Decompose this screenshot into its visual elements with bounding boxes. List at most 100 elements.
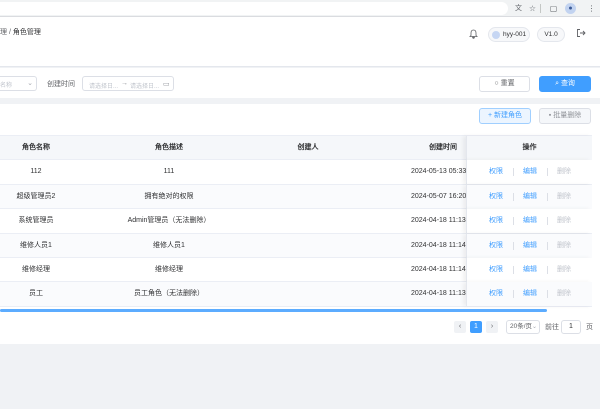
logout-icon[interactable] bbox=[575, 28, 587, 40]
new-role-button[interactable]: + 新建角色 bbox=[479, 108, 531, 124]
goto-label: 前往 bbox=[545, 324, 559, 331]
breadcrumb-parent[interactable]: 理 bbox=[0, 29, 7, 36]
role-desc-cell: 员工角色（无法删除） bbox=[134, 290, 204, 298]
page-size-select[interactable]: 20条/页 ⌄ bbox=[506, 320, 540, 334]
table-row[interactable]: 维修经理维修经理2024-04-18 11:14:25权限编辑删除 bbox=[0, 258, 592, 283]
role-desc-cell: 维修人员1 bbox=[153, 241, 185, 249]
logout-icon-svg bbox=[577, 29, 586, 37]
role-name-cell: 超级管理员2 bbox=[16, 192, 56, 200]
creator-cell bbox=[248, 209, 368, 233]
table-row[interactable]: 维修人员1 维修人员1 2024-04-18 11:14:09 权限编辑删除 bbox=[0, 233, 592, 258]
action-divider bbox=[547, 192, 548, 201]
select-placeholder: 名称 bbox=[0, 83, 13, 89]
action-divider bbox=[547, 168, 548, 177]
column-header-ops: 操作 bbox=[466, 136, 592, 160]
chevron-down-icon: ⌄ bbox=[531, 324, 537, 330]
permission-link[interactable]: 权限 bbox=[489, 185, 503, 209]
created-time-cell: 2024-04-18 11:14:25 bbox=[411, 266, 467, 273]
batch-delete-button[interactable]: ▪ 批量删除 bbox=[539, 108, 591, 124]
delete-link[interactable]: 删除 bbox=[557, 185, 571, 209]
goto-page-input[interactable]: 1 bbox=[561, 320, 581, 334]
user-menu[interactable]: hyy-001 bbox=[488, 27, 530, 42]
action-divider bbox=[513, 168, 514, 177]
date-range-picker[interactable]: 请选择日... → 请选择日... ▭ bbox=[82, 76, 174, 91]
role-desc-cell: 维修经理 bbox=[155, 266, 183, 273]
new-role-label: 新建角色 bbox=[494, 112, 523, 119]
permission-link[interactable]: 权限 bbox=[489, 282, 503, 306]
delete-link[interactable]: 删除 bbox=[557, 234, 571, 258]
prev-page-button[interactable]: ‹ bbox=[454, 321, 466, 333]
calendar-icon: ▭ bbox=[163, 81, 170, 88]
user-name: hyy-001 bbox=[503, 31, 527, 38]
end-date-input[interactable]: 请选择日... bbox=[130, 81, 159, 90]
browser-toolbar: 文 ☆ ▢ ● ⋮ bbox=[0, 0, 600, 17]
edit-link[interactable]: 编辑 bbox=[523, 282, 537, 306]
delete-link[interactable]: 删除 bbox=[557, 282, 571, 306]
chevron-down-icon: ⌄ bbox=[27, 80, 33, 87]
created-time-cell: 2024-04-18 11:14:09 bbox=[411, 241, 467, 249]
edit-link[interactable]: 编辑 bbox=[523, 234, 537, 258]
created-time-cell: 2024-04-18 11:13:47 bbox=[411, 217, 467, 225]
action-divider bbox=[513, 192, 514, 201]
toolbar-divider bbox=[540, 4, 541, 13]
permission-link[interactable]: 权限 bbox=[489, 258, 503, 282]
delete-link[interactable]: 删除 bbox=[557, 160, 571, 184]
role-name-select[interactable]: 名称 ⌄ bbox=[0, 76, 37, 91]
action-divider bbox=[513, 217, 514, 226]
edit-link[interactable]: 编辑 bbox=[523, 160, 537, 184]
creator-cell bbox=[248, 234, 368, 258]
breadcrumb: 理 / 角色管理 bbox=[0, 27, 41, 37]
delete-link[interactable]: 删除 bbox=[557, 209, 571, 233]
app-header: 理 / 角色管理 hyy-001 V1.0 bbox=[0, 17, 600, 67]
star-icon[interactable]: ☆ bbox=[527, 3, 538, 14]
table-row[interactable]: 员工员工角色（无法删除）2024-04-18 11:13:58权限编辑删除 bbox=[0, 282, 592, 307]
permission-link[interactable]: 权限 bbox=[489, 234, 503, 258]
role-desc-cell: 拥有绝对的权限 bbox=[144, 192, 194, 200]
table-row[interactable]: 超级管理员2 拥有绝对的权限 2024-05-07 16:20:59 权限编辑删除 bbox=[0, 184, 592, 210]
breadcrumb-current: 角色管理 bbox=[12, 29, 41, 36]
action-divider bbox=[547, 290, 548, 299]
row-actions: 权限 编辑 删除 bbox=[466, 160, 592, 185]
bell-icon-svg bbox=[468, 29, 478, 39]
table-row[interactable]: 系统管理员Admin管理员（无法删除）2024-04-18 11:13:47权限… bbox=[0, 209, 592, 234]
table-row[interactable]: 1121112024-05-13 05:33:54权限编辑删除 bbox=[0, 160, 592, 185]
role-desc-cell: Admin管理员（无法删除） bbox=[127, 217, 211, 225]
creator-cell bbox=[248, 160, 368, 184]
row-actions: 权限 编辑 删除 bbox=[466, 209, 592, 234]
role-name-cell: 112 bbox=[30, 168, 42, 176]
extensions-icon[interactable]: ▢ bbox=[548, 3, 559, 14]
column-header-desc[interactable]: 角色描述 bbox=[89, 136, 249, 160]
table-header-row: 角色名称 角色描述 创建人 创建时间 操作 bbox=[0, 136, 592, 161]
action-divider bbox=[513, 290, 514, 299]
plus-icon: + bbox=[487, 112, 493, 119]
address-bar[interactable] bbox=[0, 2, 508, 15]
column-header-name[interactable]: 角色名称 bbox=[0, 136, 72, 160]
creator-cell bbox=[248, 282, 368, 306]
version-badge: V1.0 bbox=[537, 27, 565, 42]
query-button[interactable]: ⌕ 查询 bbox=[539, 76, 591, 92]
row-actions: 权限 编辑 删除 bbox=[466, 258, 592, 282]
range-arrow-icon: → bbox=[121, 79, 128, 87]
translate-icon[interactable]: 文 bbox=[513, 3, 524, 14]
action-divider bbox=[513, 266, 514, 274]
role-name-cell: 维修人员1 bbox=[20, 241, 52, 249]
page-number-current[interactable]: 1 bbox=[470, 321, 482, 333]
permission-link[interactable]: 权限 bbox=[489, 209, 503, 233]
permission-link[interactable]: 权限 bbox=[489, 160, 503, 184]
edit-link[interactable]: 编辑 bbox=[523, 185, 537, 209]
reset-button[interactable]: ○ 重置 bbox=[479, 76, 530, 92]
bell-icon[interactable] bbox=[468, 29, 478, 40]
column-header-creator[interactable]: 创建人 bbox=[248, 136, 368, 160]
edit-link[interactable]: 编辑 bbox=[523, 258, 537, 282]
edit-link[interactable]: 编辑 bbox=[523, 209, 537, 233]
created-time-cell: 2024-05-07 16:20:59 bbox=[411, 192, 467, 200]
menu-icon[interactable]: ⋮ bbox=[586, 3, 597, 14]
avatar bbox=[492, 31, 500, 39]
created-time-cell: 2024-05-13 05:33:54 bbox=[411, 168, 467, 176]
action-divider bbox=[547, 266, 548, 274]
profile-icon[interactable]: ● bbox=[565, 3, 576, 14]
next-page-button[interactable]: › bbox=[486, 321, 498, 333]
start-date-input[interactable]: 请选择日... bbox=[89, 81, 118, 90]
horizontal-scrollbar[interactable] bbox=[0, 309, 547, 312]
delete-link[interactable]: 删除 bbox=[557, 258, 571, 282]
